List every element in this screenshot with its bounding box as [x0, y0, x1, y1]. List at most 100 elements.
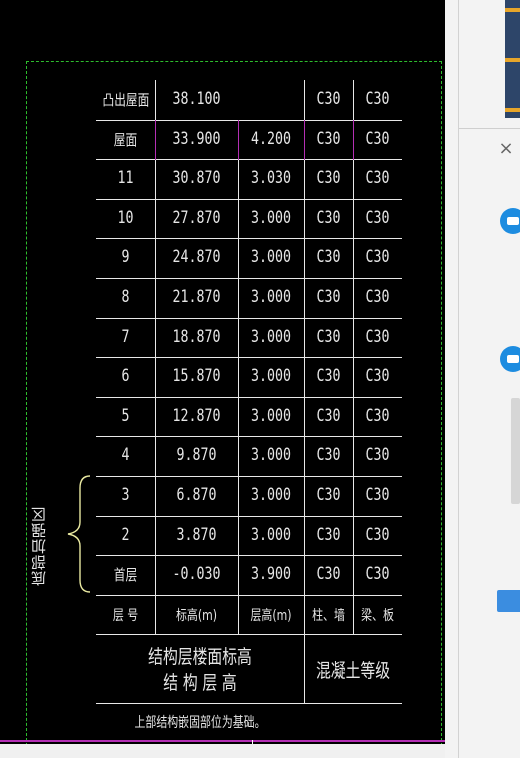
table-cell: 屋面 — [113, 131, 138, 149]
table-cell: C30 — [316, 129, 341, 149]
table-cell: C30 — [316, 406, 341, 426]
table-cell: 38.100 — [172, 89, 221, 109]
thumb-stripe — [505, 8, 520, 12]
table-cell: C30 — [365, 445, 390, 465]
table-cell: 33.900 — [172, 129, 221, 149]
table-cell: C30 — [365, 406, 390, 426]
table-col-line — [304, 634, 305, 703]
table-cell: C30 — [316, 327, 341, 347]
table-cell: 3.000 — [251, 525, 291, 545]
table-cell: 6.870 — [176, 485, 217, 505]
table-header-cell: 柱、墙 — [312, 608, 345, 624]
brace-bracket — [67, 475, 91, 593]
table-cell: 首层 — [113, 566, 138, 584]
table-cell: C30 — [365, 366, 390, 386]
table-col-line — [238, 120, 239, 634]
table-row-line — [96, 397, 402, 398]
footer-elevation-label: 结构层楼面标高 — [148, 646, 252, 668]
thumbnail-preview[interactable] — [505, 0, 520, 118]
table-col-line — [155, 80, 156, 634]
table-cell: C30 — [316, 564, 341, 584]
table-cell: 4.200 — [251, 129, 291, 149]
table-cell: 21.870 — [172, 287, 221, 307]
table-cell: 24.870 — [172, 247, 221, 267]
table-col-line — [304, 80, 305, 634]
table-cell: 5 — [121, 406, 130, 426]
table-cell: C30 — [316, 168, 341, 188]
table-cell: C30 — [316, 287, 341, 307]
table-cell: C30 — [365, 89, 390, 109]
table-row-line — [96, 238, 402, 239]
table-cell: 7 — [121, 327, 130, 347]
table-cell: C30 — [316, 485, 341, 505]
highlight-line — [353, 120, 354, 160]
highlight-line — [304, 120, 305, 160]
table-cell: 3.000 — [251, 247, 291, 267]
table-cell: 18.870 — [172, 327, 221, 347]
table-cell: 3.000 — [251, 406, 291, 426]
table-cell: 12.870 — [172, 406, 221, 426]
monitor-icon[interactable] — [500, 346, 520, 372]
table-cell: C30 — [316, 89, 341, 109]
table-row-line — [96, 634, 402, 635]
table-cell: 10 — [117, 208, 134, 228]
table-cell: C30 — [365, 247, 390, 267]
table-row-line — [96, 278, 402, 279]
table-cell: C30 — [365, 168, 390, 188]
bottom-reinforced-zone-label: 底部加强区 — [30, 506, 48, 586]
table-cell: C30 — [316, 525, 341, 545]
scrollbar[interactable] — [511, 398, 520, 504]
table-row-line — [96, 436, 402, 437]
tick-mark — [252, 740, 253, 744]
monitor-icon[interactable] — [500, 208, 520, 234]
table-cell: C30 — [365, 327, 390, 347]
panel-separator — [459, 128, 520, 129]
table-cell: 3.000 — [251, 327, 291, 347]
table-row-line — [96, 318, 402, 319]
table-header-cell: 层 号 — [112, 608, 139, 624]
table-cell: C30 — [365, 485, 390, 505]
footer-concrete-grade-label: 混凝土等级 — [315, 660, 391, 682]
thumb-stripe — [505, 108, 520, 112]
blue-action-button[interactable] — [497, 590, 520, 612]
table-cell: 3.870 — [176, 525, 217, 545]
table-cell: 3.000 — [251, 287, 291, 307]
table-cell: C30 — [365, 525, 390, 545]
table-cell: 3.000 — [251, 366, 291, 386]
table-cell: 3 — [121, 485, 130, 505]
footer-height-label: 结 构 层 高 — [163, 672, 237, 694]
panel-divider — [458, 0, 459, 758]
table-row-line — [96, 357, 402, 358]
table-cell: C30 — [316, 247, 341, 267]
table-cell: 3.000 — [251, 445, 291, 465]
thumb-stripe — [505, 58, 520, 62]
table-header-cell: 标高(m) — [176, 608, 217, 624]
highlight-line — [155, 120, 156, 160]
table-cell: 3.900 — [251, 564, 291, 584]
cad-canvas[interactable]: 凸出屋面 38.100 C30 C30 屋面 33.900 4.200 C30 C30 11 30.… — [0, 0, 445, 744]
table-cell: 4 — [121, 445, 130, 465]
table-row-line — [96, 120, 402, 121]
table-cell: 2 — [121, 525, 130, 545]
table-header-cell: 梁、板 — [361, 608, 394, 624]
table-cell: C30 — [365, 287, 390, 307]
table-row-line — [96, 159, 402, 160]
table-cell: 3.000 — [251, 485, 291, 505]
table-row-line — [96, 595, 402, 596]
table-cell: 30.870 — [172, 168, 221, 188]
table-cell: C30 — [365, 564, 390, 584]
table-note: 上部结构嵌固部位为基础。 — [134, 715, 266, 731]
table-row-line — [96, 555, 402, 556]
table-cell: 6 — [121, 366, 130, 386]
table-row-line — [96, 703, 402, 704]
table-header-cell: 层高(m) — [250, 608, 292, 624]
table-row-line — [96, 516, 402, 517]
table-cell: 凸出屋面 — [102, 91, 150, 109]
table-row-line — [96, 199, 402, 200]
table-col-line — [353, 80, 354, 634]
close-icon[interactable]: × — [496, 138, 516, 160]
table-cell: C30 — [316, 445, 341, 465]
table-cell: 8 — [121, 287, 130, 307]
table-row-line — [96, 476, 402, 477]
table-cell: 3.000 — [251, 208, 291, 228]
